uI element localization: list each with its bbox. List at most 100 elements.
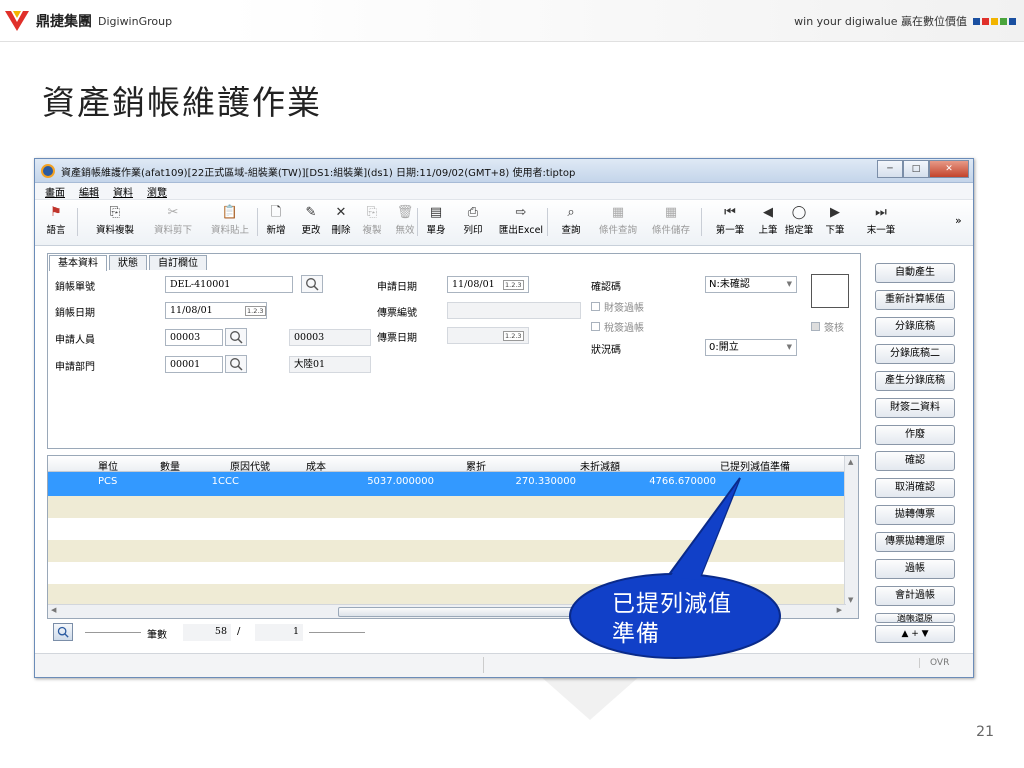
toolbar-button-18[interactable]: ▶ 下筆: [821, 204, 849, 236]
toolbar-button-10[interactable]: ⎙ 列印: [457, 204, 489, 236]
applicant-code-field[interactable]: 00003: [165, 329, 223, 346]
toolbar-button-0[interactable]: ⚑ 語言: [39, 204, 73, 236]
dept-lookup-button[interactable]: [225, 355, 247, 373]
toolbar-label: 複製: [362, 225, 382, 236]
action-button-3[interactable]: 分錄底稿二: [875, 344, 955, 364]
record-updown-control[interactable]: ▲ + ▼: [875, 625, 955, 643]
scroll-down-icon[interactable]: ▼: [848, 596, 853, 604]
tab-1[interactable]: 狀態: [109, 255, 147, 270]
menu-item-2[interactable]: 資料: [113, 184, 133, 199]
callout-text: 已提列減值準備: [612, 591, 732, 647]
search-icon: [230, 358, 243, 371]
toolbar-button-9[interactable]: ▤ 單身: [421, 204, 451, 236]
menu-item-3[interactable]: 瀏覽: [147, 184, 167, 199]
action-button-11[interactable]: 過帳: [875, 559, 955, 579]
tax-posted-label: 稅簽過帳: [604, 323, 644, 334]
action-button-13[interactable]: 過帳還原: [875, 613, 955, 623]
grid-column-header[interactable]: 已提列減值準備: [720, 458, 790, 473]
slide-header: 鼎捷集團 DigiwinGroup win your digiwalue 贏在數…: [0, 0, 1024, 42]
toolbar-separator: [547, 208, 548, 236]
tax-posted-checkbox: 稅簽過帳: [591, 319, 644, 334]
menu-item-0[interactable]: 畫面: [45, 184, 65, 199]
action-button-8[interactable]: 取消確認: [875, 478, 955, 498]
dept-code-field[interactable]: 00001: [165, 356, 223, 373]
export-excel-icon: ⇨: [515, 205, 527, 220]
scroll-up-icon[interactable]: ▲: [848, 458, 853, 466]
flag-icon: ⚑: [50, 205, 62, 220]
grid-column-header[interactable]: 未折減額: [580, 458, 620, 473]
color-square: [982, 17, 989, 25]
toolbar-label: 條件儲存: [651, 225, 690, 236]
calendar-icon[interactable]: 1.2.3: [245, 306, 266, 316]
toolbar: ⚑ 語言 ⎘ 資料複製 ✂ 資料剪下 📋 資料貼上 🗋 新增 ✎ 更改 ✕ 刪除 ⎘ 複製 🗑 無效 ▤ 單身 ⎙ 列印 ⇨…: [35, 200, 973, 246]
toolbar-button-7[interactable]: ⎘ 複製: [358, 204, 386, 236]
toolbar-button-11[interactable]: ⇨ 匯出Excel: [493, 204, 549, 236]
write-off-no-field[interactable]: DEL-410001: [165, 276, 293, 293]
tab-2[interactable]: 自訂欄位: [149, 255, 207, 270]
grid-column-header[interactable]: 成本: [306, 458, 326, 473]
toolbar-button-1[interactable]: ⎘ 資料複製: [89, 204, 141, 236]
confirm-select[interactable]: N:未確認 ▼: [705, 276, 797, 293]
minimize-button[interactable]: ─: [877, 160, 903, 178]
window-title: 資產銷帳維護作業(afat109)[22正式區域-組裝業(TW)][DS1:組裝…: [61, 168, 576, 179]
toolbar-label: 無效: [395, 225, 415, 236]
voucher-no-label: 傳票編號: [377, 308, 417, 319]
action-button-12[interactable]: 會計過帳: [875, 586, 955, 606]
action-button-5[interactable]: 財簽二資料: [875, 398, 955, 418]
cut-icon: ✂: [167, 205, 179, 220]
grid-column-header[interactable]: 累折: [466, 458, 486, 473]
toolbar-button-13[interactable]: ▦ 條件查詢: [593, 204, 643, 236]
action-button-10[interactable]: 傳票拋轉還原: [875, 532, 955, 552]
slide: 鼎捷集團 DigiwinGroup win your digiwalue 贏在數…: [0, 0, 1024, 768]
action-button-4[interactable]: 產生分錄底稿: [875, 371, 955, 391]
previous-record-icon: ◀: [763, 205, 773, 220]
write-off-no-lookup-button[interactable]: [301, 275, 323, 293]
toolbar-button-5[interactable]: ✎ 更改: [297, 204, 325, 236]
action-button-2[interactable]: 分錄底稿: [875, 317, 955, 337]
action-button-1[interactable]: 重新計算帳值: [875, 290, 955, 310]
checkbox-icon: [811, 322, 820, 331]
toolbar-label: 上筆: [758, 225, 778, 236]
scroll-left-icon[interactable]: ◀: [51, 606, 56, 614]
scroll-right-icon[interactable]: ▶: [837, 606, 842, 614]
toolbar-more-button[interactable]: »: [955, 214, 962, 227]
toolbar-button-19[interactable]: ⏭ 末一筆: [861, 204, 901, 236]
toolbar-button-8[interactable]: 🗑 無效: [391, 204, 419, 236]
maximize-button[interactable]: □: [903, 160, 929, 178]
grid-column-header[interactable]: 數量: [160, 458, 180, 473]
grid-column-header[interactable]: 單位: [98, 458, 118, 473]
toolbar-button-12[interactable]: ⌕ 查詢: [553, 204, 589, 236]
toolbar-button-16[interactable]: ◀ 上筆: [755, 204, 781, 236]
toolbar-button-15[interactable]: ⏮ 第一筆: [709, 204, 751, 236]
vertical-scrollbar[interactable]: ▲ ▼: [844, 456, 858, 618]
action-button-6[interactable]: 作廢: [875, 425, 955, 445]
tab-0[interactable]: 基本資料: [49, 255, 107, 271]
toolbar-button-6[interactable]: ✕ 刪除: [327, 204, 355, 236]
divider: [309, 632, 365, 633]
grid-column-header[interactable]: 原因代號: [230, 458, 270, 473]
action-button-0[interactable]: 自動產生: [875, 263, 955, 283]
action-button-9[interactable]: 拋轉傳票: [875, 505, 955, 525]
status-select[interactable]: 0:開立 ▼: [705, 339, 797, 356]
calendar-icon[interactable]: 1.2.3: [503, 280, 524, 290]
grid-cell-cost[interactable]: 5037.000000: [367, 476, 434, 487]
toolbar-button-14[interactable]: ▦ 條件儲存: [645, 204, 697, 236]
close-button[interactable]: ✕: [929, 160, 969, 178]
action-button-7[interactable]: 確認: [875, 451, 955, 471]
window-titlebar[interactable]: 資產銷帳維護作業(afat109)[22正式區域-組裝業(TW)][DS1:組裝…: [35, 159, 973, 183]
menu-item-1[interactable]: 編輯: [79, 184, 99, 199]
grid-cell-reason[interactable]: CCC: [218, 476, 239, 487]
toolbar-button-3[interactable]: 📋 資料貼上: [201, 204, 259, 236]
zoom-button[interactable]: [53, 623, 73, 641]
toolbar-button-2[interactable]: ✂ 資料剪下: [147, 204, 199, 236]
toolbar-button-17[interactable]: ◯ 指定筆: [781, 204, 817, 236]
current-record-value: 1: [255, 624, 303, 641]
dept-label: 申請部門: [55, 362, 95, 373]
toolbar-label: 資料貼上: [210, 225, 249, 236]
page-number: 21: [976, 724, 994, 740]
applicant-lookup-button[interactable]: [225, 328, 247, 346]
toolbar-button-4[interactable]: 🗋 新增: [261, 204, 291, 236]
record-count-label: 筆數: [147, 630, 167, 641]
fin-posted-checkbox: 財簽過帳: [591, 299, 644, 314]
grid-cell-unit[interactable]: PCS: [98, 476, 117, 487]
